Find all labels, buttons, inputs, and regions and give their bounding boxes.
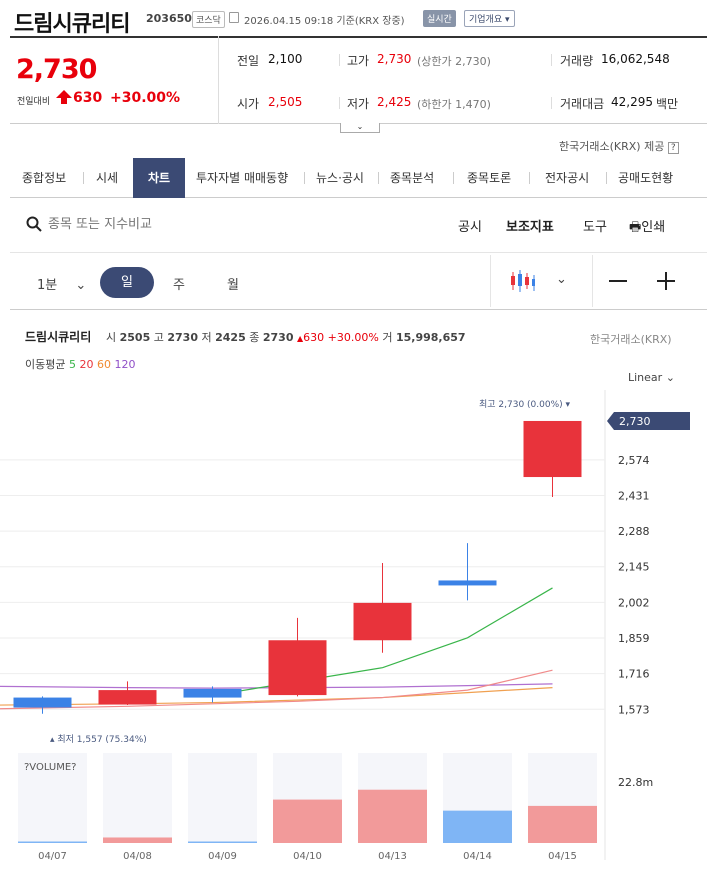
candle-body — [523, 420, 582, 478]
x-tick-label: 04/13 — [378, 851, 407, 862]
y-tick-label: 1,859 — [618, 632, 650, 645]
candle-body — [98, 690, 157, 705]
x-tick-label: 04/07 — [38, 851, 67, 862]
candle-body — [438, 580, 497, 586]
volume-title: ?VOLUME? — [24, 762, 77, 773]
y-tick-label: 2,288 — [618, 525, 650, 538]
price-chart[interactable]: 2,574 2,431 2,288 2,145 2,002 1,859 1,716 1,573… — [0, 0, 707, 880]
volume-bar — [18, 841, 87, 843]
candle-body — [13, 697, 72, 708]
volume-bar — [103, 837, 172, 843]
volume-bar — [358, 789, 427, 843]
volume-panel — [188, 753, 257, 843]
y-tick-label: 2,431 — [618, 489, 650, 502]
volume-panel — [103, 753, 172, 843]
y-tick-label: 1,573 — [618, 703, 650, 716]
y-tick-label: 2,145 — [618, 561, 650, 574]
x-tick-label: 04/14 — [463, 851, 492, 862]
min-price-annotation: ▴ 최저 1,557 (75.34%) — [50, 734, 147, 745]
y-tick-label: 1,716 — [618, 668, 650, 681]
volume-bar — [188, 841, 257, 843]
y-tick-label: 2,574 — [618, 454, 650, 467]
x-tick-label: 04/08 — [123, 851, 152, 862]
x-tick-label: 04/09 — [208, 851, 237, 862]
candle-body — [353, 602, 412, 641]
candle-body — [183, 688, 242, 698]
volume-bar — [273, 799, 342, 843]
volume-bar — [528, 805, 597, 843]
volume-bar — [443, 810, 512, 843]
max-price-annotation: 최고 2,730 (0.00%) ▾ — [479, 399, 571, 410]
y-tick-label: 2,002 — [618, 596, 650, 609]
current-price-label: 2,730 — [619, 415, 651, 428]
x-tick-label: 04/10 — [293, 851, 322, 862]
x-tick-label: 04/15 — [548, 851, 577, 862]
candle-body — [268, 640, 327, 696]
volume-max-label: 22.8m — [618, 776, 653, 789]
